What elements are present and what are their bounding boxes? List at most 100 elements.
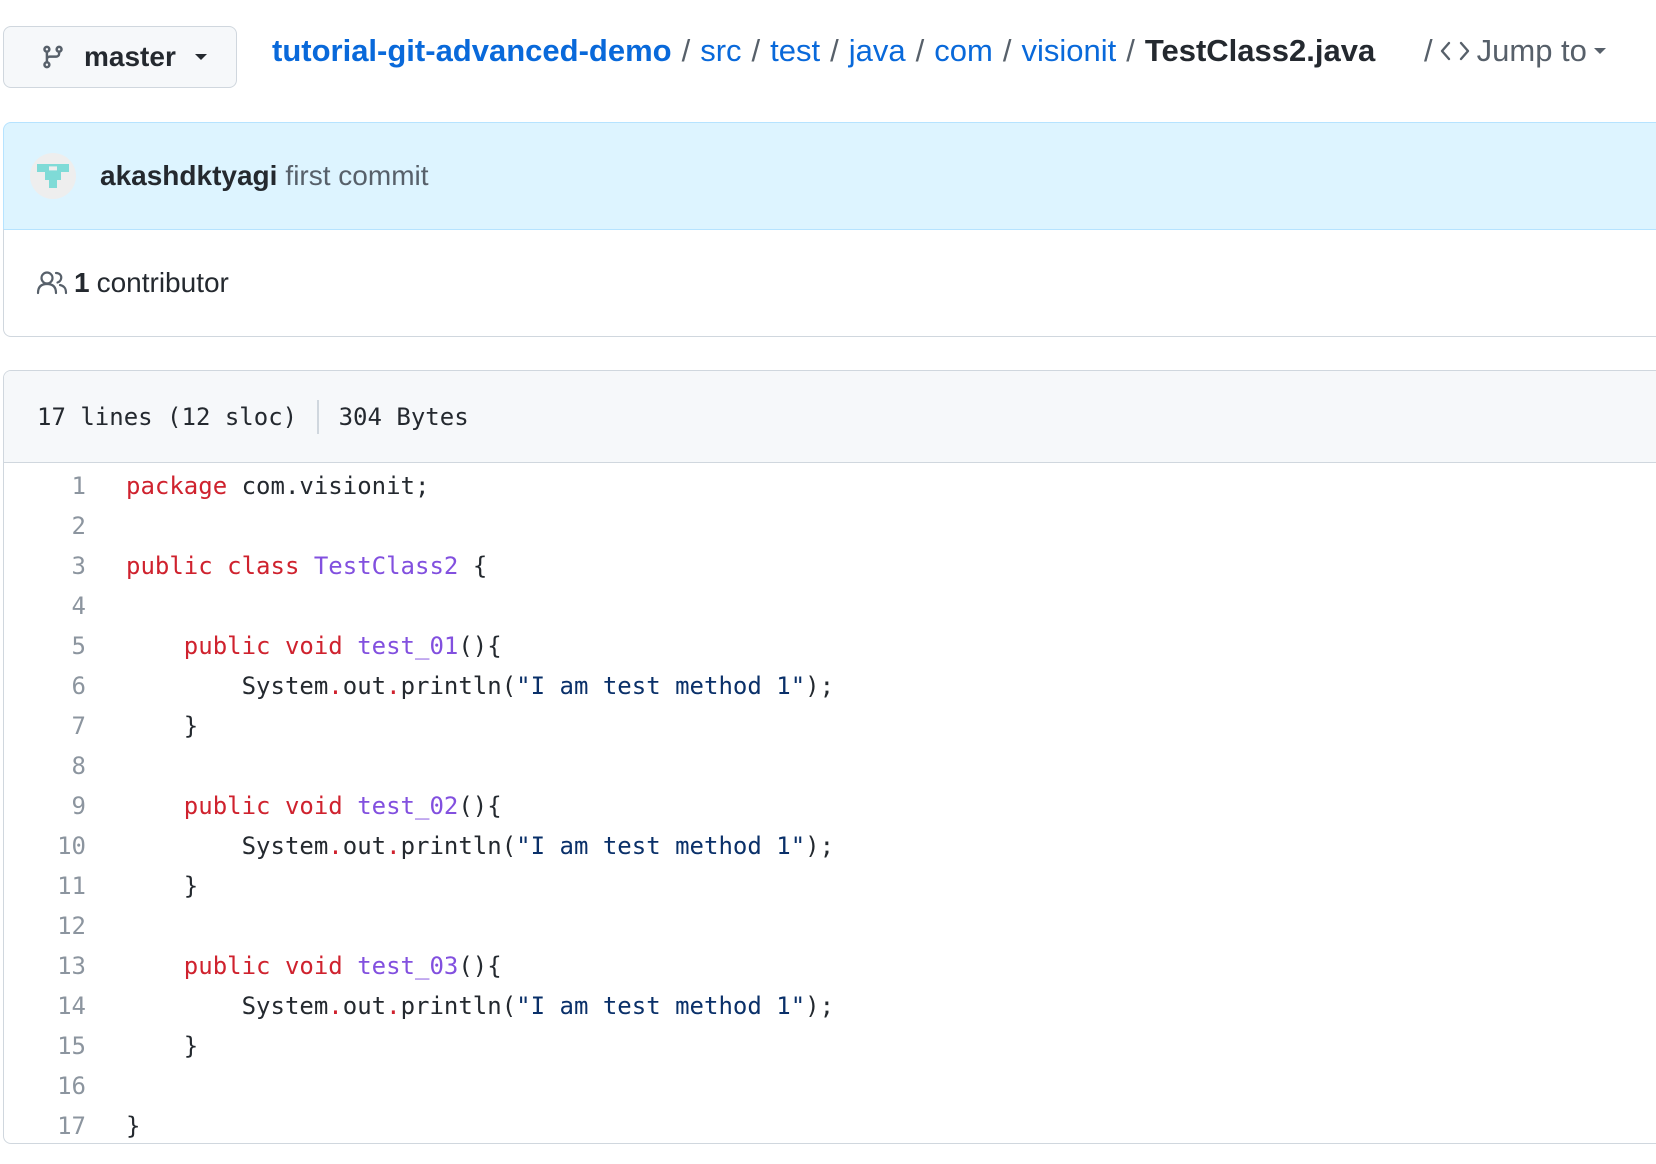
string-literal: "I am test method 1": [516, 672, 806, 700]
line-number[interactable]: 6: [4, 672, 86, 700]
keyword: public: [126, 552, 213, 580]
keyword: package: [126, 472, 228, 500]
keyword: public: [183, 952, 271, 980]
method-name: test_01: [357, 632, 459, 660]
code-line: 11 }: [4, 866, 1656, 906]
line-content: System.out.println("I am test method 1")…: [126, 992, 834, 1020]
contributor-count: 1: [74, 266, 90, 298]
line-content: public void test_03(){: [126, 952, 502, 980]
identifier: out: [342, 992, 387, 1020]
people-icon: [36, 269, 68, 297]
identifier: println(: [400, 832, 517, 860]
code-line: 1 package com.visionit;: [4, 466, 1656, 506]
caret-down-icon: [194, 52, 208, 62]
keyword: class: [227, 552, 300, 580]
operator: .: [328, 992, 343, 1020]
keyword: public: [183, 632, 271, 660]
line-number[interactable]: 1: [4, 472, 86, 500]
code-line: 9 public void test_02(){: [4, 786, 1656, 826]
method-name: test_03: [357, 952, 459, 980]
file-viewer: 17 lines (12 sloc) 304 Bytes 1 package c…: [3, 370, 1656, 1144]
line-content: public void test_01(){: [126, 632, 502, 660]
code-line: 7 }: [4, 706, 1656, 746]
avatar[interactable]: [30, 153, 76, 199]
line-number[interactable]: 9: [4, 792, 86, 820]
breadcrumb-separator: /: [830, 33, 839, 68]
line-number[interactable]: 13: [4, 952, 86, 980]
line-number[interactable]: 15: [4, 1032, 86, 1060]
operator: .: [386, 832, 401, 860]
breadcrumb-separator: /: [1002, 33, 1012, 68]
breadcrumb-link-java[interactable]: java: [849, 33, 906, 69]
parens: (){: [458, 792, 502, 820]
commit-message-link[interactable]: first commit: [285, 160, 428, 192]
commit-author-link[interactable]: akashdktyagi: [100, 160, 277, 192]
keyword: void: [284, 632, 343, 660]
line-number[interactable]: 7: [4, 712, 86, 740]
operator: .: [328, 672, 343, 700]
breadcrumb-separator: /: [1424, 33, 1433, 68]
line-number[interactable]: 17: [4, 1112, 86, 1140]
keyword: void: [284, 792, 343, 820]
line-number[interactable]: 8: [4, 752, 86, 780]
identifier: System: [241, 672, 329, 700]
contributors-bar[interactable]: 1 contributor: [3, 229, 1656, 337]
punctuation: );: [805, 672, 835, 700]
file-line-count: 17 lines (12 sloc): [37, 402, 298, 431]
line-content: }: [126, 1032, 198, 1060]
git-branch-icon: [40, 42, 66, 72]
code-line: 13 public void test_03(){: [4, 946, 1656, 986]
code-line: 12: [4, 906, 1656, 946]
line-number[interactable]: 5: [4, 632, 86, 660]
caret-down-icon: [1593, 46, 1607, 56]
breadcrumb-separator: /: [1126, 33, 1135, 68]
code-line: 16: [4, 1066, 1656, 1106]
jump-to-button[interactable]: / Jump to: [1424, 30, 1607, 72]
method-name: test_02: [357, 792, 459, 820]
line-content: }: [126, 712, 198, 740]
brace: }: [126, 1112, 141, 1140]
line-number[interactable]: 2: [4, 512, 86, 540]
code-line: 14 System.out.println("I am test method …: [4, 986, 1656, 1026]
brace: }: [183, 1032, 199, 1060]
code-line: 15 }: [4, 1026, 1656, 1066]
breadcrumb-link-test[interactable]: test: [770, 33, 820, 69]
line-content: package com.visionit;: [126, 472, 429, 500]
string-literal: "I am test method 1": [516, 992, 806, 1020]
string-literal: "I am test method 1": [516, 832, 806, 860]
breadcrumb-separator: /: [915, 33, 925, 68]
identifier: System: [241, 832, 329, 860]
breadcrumb-link-visionit[interactable]: visionit: [1021, 33, 1116, 69]
brace: }: [183, 712, 199, 740]
breadcrumb-link-src[interactable]: src: [700, 33, 741, 69]
line-number[interactable]: 11: [4, 872, 86, 900]
line-number[interactable]: 10: [4, 832, 86, 860]
package-name: com.visionit;: [241, 472, 430, 500]
breadcrumb-link-com[interactable]: com: [934, 33, 993, 69]
contributor-label: contributor: [96, 266, 229, 298]
code-line: 2: [4, 506, 1656, 546]
identifier: println(: [400, 992, 517, 1020]
latest-commit-bar: akashdktyagi first commit: [3, 122, 1656, 230]
file-size: 304 Bytes: [338, 402, 469, 431]
brace: }: [183, 872, 199, 900]
identifier: out: [342, 672, 387, 700]
line-number[interactable]: 4: [4, 592, 86, 620]
identifier: out: [342, 832, 387, 860]
identifier: System: [241, 992, 329, 1020]
code-line: 10 System.out.println("I am test method …: [4, 826, 1656, 866]
line-number[interactable]: 14: [4, 992, 86, 1020]
branch-select-button[interactable]: master: [3, 26, 237, 88]
code-line: 4: [4, 586, 1656, 626]
breadcrumb-repo-link[interactable]: tutorial-git-advanced-demo: [272, 33, 672, 69]
line-number[interactable]: 16: [4, 1072, 86, 1100]
line-content: System.out.println("I am test method 1")…: [126, 672, 834, 700]
operator: .: [386, 992, 401, 1020]
operator: .: [386, 672, 401, 700]
line-number[interactable]: 12: [4, 912, 86, 940]
keyword: void: [284, 952, 343, 980]
code-line: 6 System.out.println("I am test method 1…: [4, 666, 1656, 706]
breadcrumb-current-file: TestClass2.java: [1144, 33, 1376, 68]
line-number[interactable]: 3: [4, 552, 86, 580]
line-content: public class TestClass2 {: [126, 552, 487, 580]
